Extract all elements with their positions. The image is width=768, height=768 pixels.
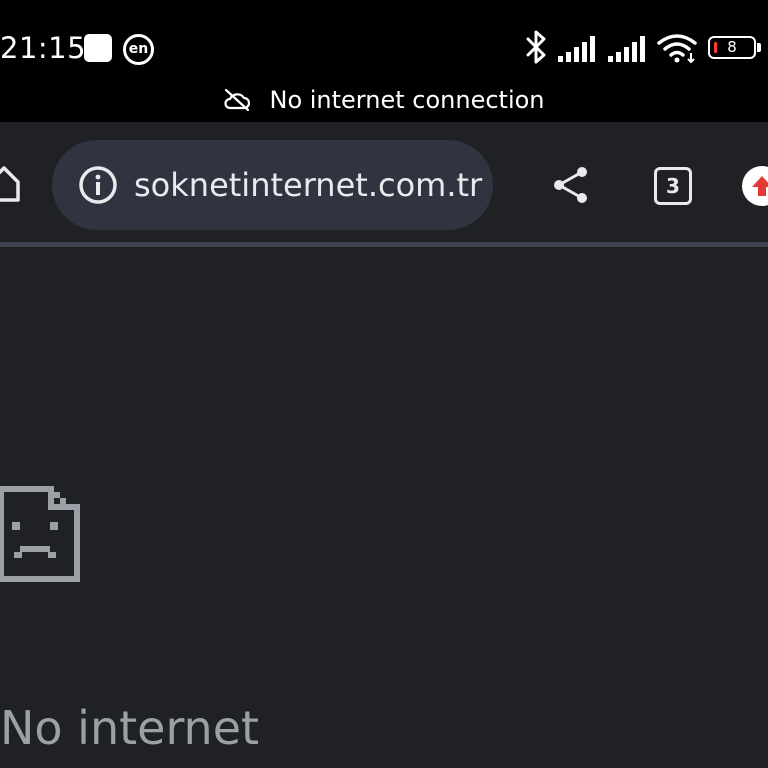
info-icon[interactable]: [78, 165, 118, 205]
offline-banner: No internet connection: [0, 82, 768, 118]
home-icon[interactable]: [0, 162, 20, 204]
offline-banner-text: No internet connection: [269, 86, 545, 114]
error-title: No internet: [0, 701, 260, 755]
notification-square-icon: [84, 34, 112, 62]
url-text[interactable]: soknetinternet.com.tr: [134, 164, 482, 206]
share-icon[interactable]: [551, 165, 591, 205]
toolbar-divider: [0, 242, 768, 247]
status-bar: 21:15 en 8 No internet connection: [0, 0, 768, 122]
browser-toolbar: soknetinternet.com.tr 3: [0, 122, 768, 242]
signal-icon: [558, 36, 595, 62]
sad-document-icon: [0, 486, 80, 582]
wifi-icon: [657, 34, 697, 63]
address-bar[interactable]: soknetinternet.com.tr: [52, 140, 493, 230]
battery-icon: 8: [708, 36, 756, 59]
language-badge-icon: en: [123, 34, 154, 65]
update-arrow-icon: [752, 176, 768, 196]
signal-icon: [608, 36, 645, 62]
update-button[interactable]: [742, 166, 768, 206]
battery-level: 8: [727, 38, 737, 56]
tab-switcher-button[interactable]: 3: [654, 167, 692, 205]
status-time: 21:15: [0, 31, 87, 65]
browser-screen: 21:15 en 8 No internet connection soknet…: [0, 0, 768, 768]
battery-tip: [757, 43, 761, 52]
cloud-off-icon: [224, 89, 251, 111]
bluetooth-icon: [526, 30, 546, 64]
